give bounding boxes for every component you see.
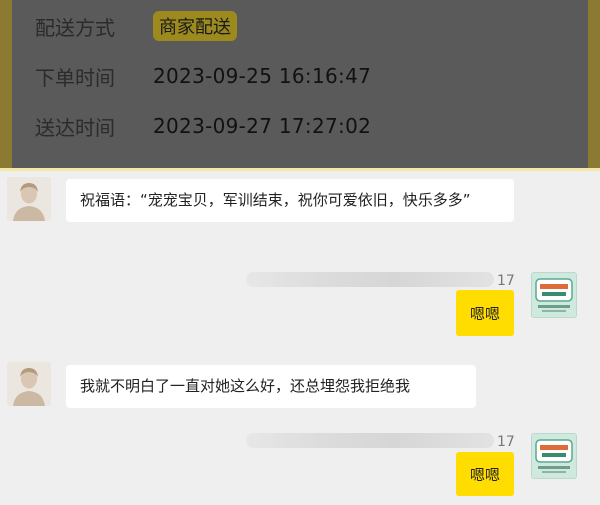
panel-edge-left [0,0,12,168]
message-bubble-incoming[interactable]: 我就不明白了一直对她这么好，还总埋怨我拒绝我 [66,365,476,408]
delivered-time-row: 送达时间 2023-09-27 17:27:02 [35,108,371,144]
blurred-sender-info [246,433,494,448]
message-bubble-outgoing[interactable]: 嗯嗯 [456,452,514,496]
chat-area[interactable]: 祝福语：“宠宠宝贝，军训结束，祝你可爱依旧，快乐多多” 17 嗯嗯 我就不明白了… [0,171,600,505]
message-text: 祝福语：“宠宠宝贝，军训结束，祝你可爱依旧，快乐多多” [80,191,471,209]
delivery-method-tag: 商家配送 [153,11,237,41]
order-details-panel: 配送方式 商家配送 下单时间 2023-09-25 16:16:47 送达时间 … [0,0,600,168]
order-time-label: 下单时间 [35,65,115,90]
message-bubble-outgoing[interactable]: 嗯嗯 [456,290,514,336]
delivery-method-label: 配送方式 [35,15,115,40]
message-time: 17 [497,434,515,450]
delivery-method-row: 配送方式 商家配送 [35,8,237,44]
male-avatar-icon[interactable] [7,362,51,406]
message-text: 我就不明白了一直对她这么好，还总埋怨我拒绝我 [80,377,411,395]
delivered-time-value: 2023-09-27 17:27:02 [153,114,372,138]
shop-brand-avatar-icon[interactable] [531,272,577,318]
delivered-time-label: 送达时间 [35,115,115,140]
panel-edge-right [588,0,600,168]
order-time-row: 下单时间 2023-09-25 16:16:47 [35,58,371,94]
reply-text: 嗯嗯 [469,304,500,323]
male-avatar-icon[interactable] [7,177,51,221]
blurred-sender-info [246,272,494,287]
reply-text: 嗯嗯 [469,465,500,484]
message-time: 17 [497,273,515,289]
message-bubble-incoming[interactable]: 祝福语：“宠宠宝贝，军训结束，祝你可爱依旧，快乐多多” [66,179,514,222]
order-time-value: 2023-09-25 16:16:47 [153,64,372,88]
shop-brand-avatar-icon[interactable] [531,433,577,479]
